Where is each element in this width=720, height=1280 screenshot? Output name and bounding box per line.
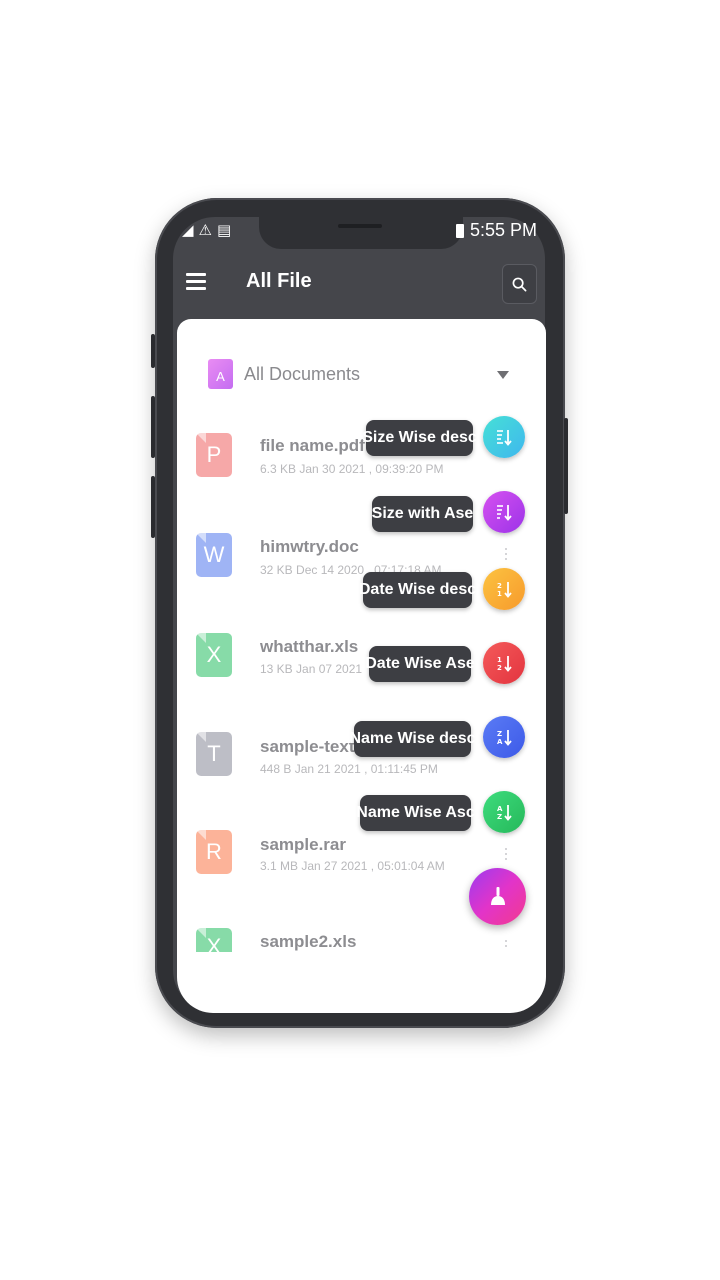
battery-icon [456,223,464,238]
svg-text:Z: Z [497,730,502,738]
svg-text:1: 1 [497,656,502,664]
sort-name-asc-label[interactable]: Name Wise Asc [356,795,475,831]
file-meta: 3.1 MB Jan 27 2021 , 05:01:04 AM [260,859,445,873]
more-options-icon[interactable] [505,548,508,563]
name-asc-icon: A Z [497,805,512,821]
svg-text:2: 2 [497,582,502,590]
more-options-icon[interactable] [505,848,508,863]
size-desc-icon [497,430,512,446]
sort-name-asc-button[interactable]: A Z [483,791,525,833]
svg-text:1: 1 [497,590,502,598]
phone-notch [259,217,463,249]
chevron-down-icon[interactable] [497,371,509,379]
sort-date-asc-button[interactable]: 1 2 [483,642,525,684]
file-meta: 6.3 KB Jan 30 2021 , 09:39:20 PM [260,462,444,476]
size-asc-icon [497,505,512,521]
sort-name-desc-button[interactable]: Z A [483,716,525,758]
xls-file-icon: X [196,928,232,959]
warning-icon: ⚠ [198,222,212,239]
document-filter-dropdown[interactable]: All Documents [244,364,360,385]
xls-file-icon: X [196,633,232,677]
phone-side-button [564,418,568,514]
sort-date-desc-label[interactable]: Date Wise desc [359,572,476,608]
sort-size-desc-button[interactable] [483,416,525,458]
phone-speaker [338,224,382,228]
date-asc-icon: 1 2 [497,656,512,672]
file-name: himwtry.doc [260,537,359,556]
svg-text:Z: Z [497,813,502,821]
broom-clean-icon [490,886,505,905]
all-documents-icon: A [208,359,233,389]
rar-file-icon: R [196,830,232,874]
status-time: 5:55 PM [470,220,538,240]
file-name: whatthar.xls [260,637,359,656]
sort-date-desc-button[interactable]: 2 1 [483,568,525,610]
file-name: file name.pdf [260,436,365,455]
sort-size-asc-button[interactable] [483,491,525,533]
sort-fab-button[interactable] [469,868,526,925]
search-icon [512,277,527,291]
phone-side-button [151,396,155,458]
svg-text:A: A [497,805,503,813]
sort-size-desc-label[interactable]: Size Wise desc [362,420,477,456]
hamburger-menu-icon[interactable] [186,273,206,291]
phone-side-button [151,334,155,368]
sort-name-desc-label[interactable]: Name Wise desc [349,721,476,757]
signal-icon: ◢ [182,222,194,239]
file-name: sample.rar [260,835,346,854]
page-title: All File [246,270,312,292]
doc-file-icon: W [196,533,232,577]
name-desc-icon: Z A [497,730,512,746]
more-options-icon[interactable] [505,940,508,950]
file-name: sample2.xls [260,932,357,951]
sort-size-asc-label[interactable]: Size with Ase [372,496,473,532]
date-desc-icon: 2 1 [497,582,512,598]
sort-date-asc-label[interactable]: Date Wise Ase [365,646,475,682]
txt-file-icon: T [196,732,232,776]
svg-text:2: 2 [497,664,502,672]
file-meta: 13 KB Jan 07 2021 [260,662,363,676]
search-button[interactable] [502,264,537,304]
file-meta: 448 B Jan 21 2021 , 01:11:45 PM [260,762,438,776]
status-icons-right: 5:55 PM [456,220,537,241]
phone-side-button [151,476,155,538]
svg-text:A: A [497,738,503,746]
status-icons-left: ◢ ⚠ ▤ [182,221,231,239]
pdf-file-icon: P [196,433,232,477]
notification-icon: ▤ [217,222,232,239]
